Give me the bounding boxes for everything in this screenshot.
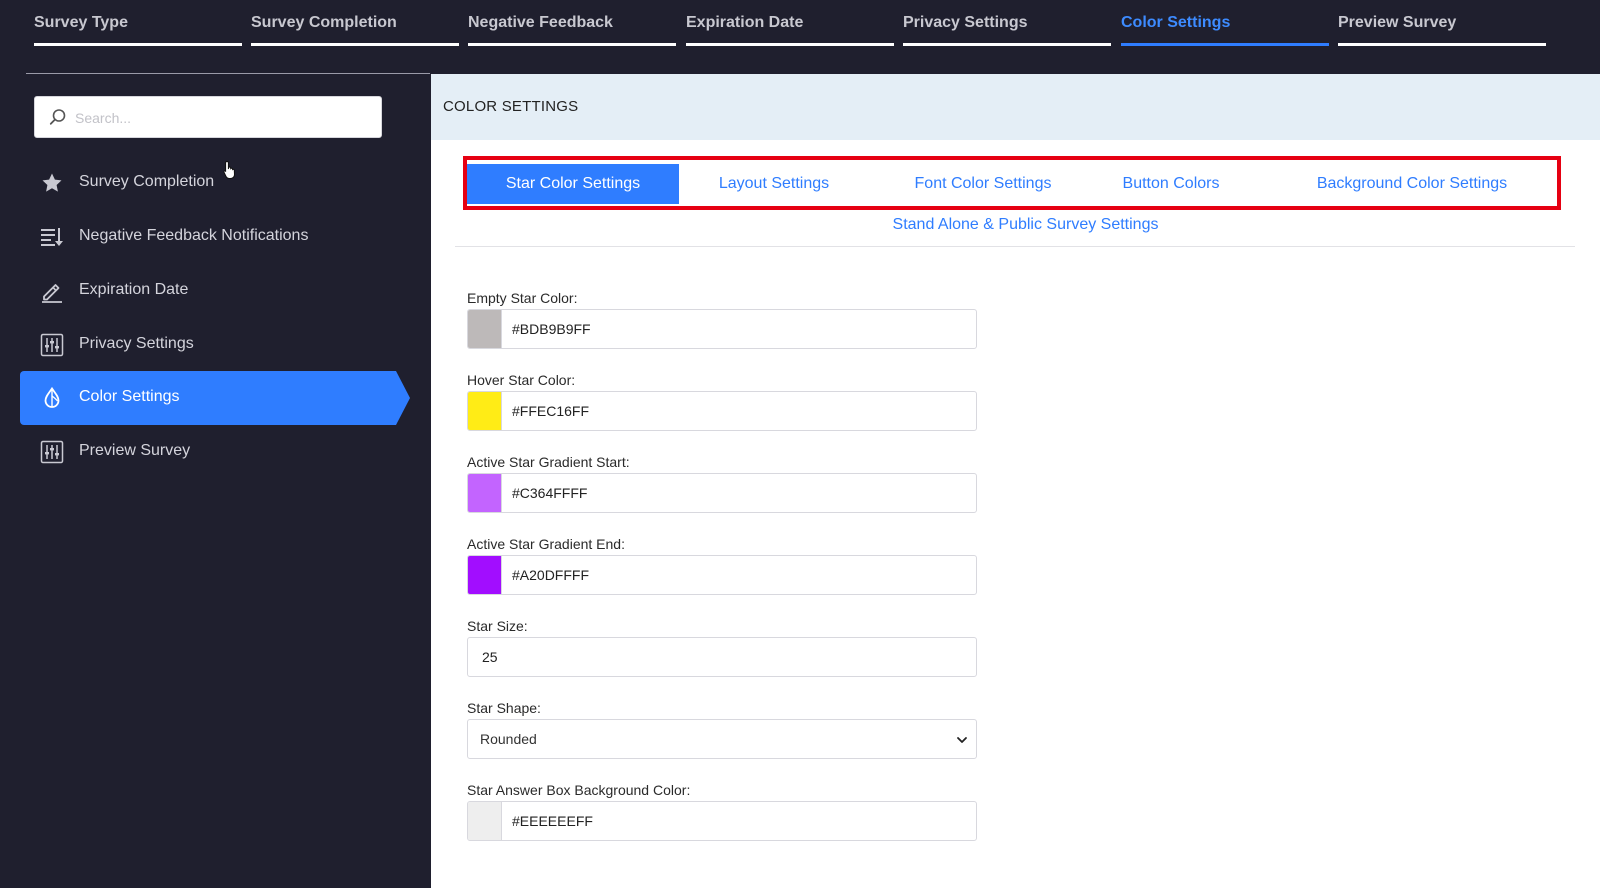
answer-box-bg-color-swatch[interactable] (468, 802, 502, 840)
hover-star-color-field[interactable]: #FFEC16FF (467, 391, 977, 431)
top-tab-negative-feedback[interactable]: Negative Feedback (468, 0, 676, 46)
sidebar-item-label: Color Settings (79, 388, 180, 405)
empty-star-color-swatch[interactable] (468, 310, 502, 348)
sidebar-item-label: Expiration Date (79, 281, 189, 298)
main-panel: COLOR SETTINGS Star Color Settings Layou… (431, 74, 1600, 888)
star-shape-label: Star Shape: (467, 700, 541, 716)
sub-tab-star-color-settings[interactable]: Star Color Settings (467, 164, 679, 204)
top-tab-bar: Survey Type Survey Completion Negative F… (0, 0, 1600, 74)
top-tab-label: Color Settings (1121, 14, 1231, 31)
gradient-start-color-swatch[interactable] (468, 474, 502, 512)
top-tab-label: Survey Completion (251, 14, 397, 31)
gradient-end-label: Active Star Gradient End: (467, 536, 625, 552)
top-tab-privacy-settings[interactable]: Privacy Settings (903, 0, 1111, 46)
hand-cursor-icon (223, 160, 236, 179)
star-size-value: 25 (482, 649, 498, 665)
divider (455, 246, 1575, 247)
sub-tab-label: Star Color Settings (505, 175, 641, 192)
gradient-start-label: Active Star Gradient Start: (467, 454, 630, 470)
search-box[interactable] (34, 96, 382, 138)
sub-tab-label: Stand Alone & Public Survey Settings (892, 216, 1159, 233)
gradient-end-color-value: #A20DFFFF (512, 567, 590, 583)
empty-star-color-field[interactable]: #BDB9B9FF (467, 309, 977, 349)
star-size-label: Star Size: (467, 618, 528, 634)
sub-tab-label: Font Color Settings (914, 175, 1052, 192)
sidebar-item-label: Preview Survey (79, 442, 191, 459)
chevron-down-icon (957, 737, 967, 743)
sub-tab-stand-alone-public-survey-settings[interactable]: Stand Alone & Public Survey Settings (431, 216, 1600, 234)
color-drop-icon (44, 386, 60, 408)
top-tab-survey-completion[interactable]: Survey Completion (251, 0, 459, 46)
main-header: COLOR SETTINGS (431, 74, 1600, 140)
sidebar-item-label: Privacy Settings (79, 335, 194, 352)
gradient-start-color-value: #C364FFFF (512, 485, 588, 501)
sub-tab-font-color-settings[interactable]: Font Color Settings (887, 164, 1079, 204)
sidebar-item-privacy-settings[interactable]: Privacy Settings (20, 318, 396, 372)
answer-box-bg-color-value: #EEEEEEFF (512, 813, 593, 829)
sidebar-item-label: Survey Completion (79, 173, 215, 190)
empty-star-color-label: Empty Star Color: (467, 290, 578, 306)
star-shape-value: Rounded (480, 731, 537, 747)
sidebar-item-expiration-date[interactable]: Expiration Date (20, 264, 396, 318)
sliders-icon (40, 440, 64, 464)
hover-star-color-label: Hover Star Color: (467, 372, 576, 388)
star-shape-select[interactable]: Rounded (467, 719, 977, 759)
sub-tab-button-colors[interactable]: Button Colors (1101, 164, 1241, 204)
sub-tab-label: Layout Settings (718, 175, 830, 192)
sidebar-item-survey-completion[interactable]: Survey Completion (20, 156, 396, 210)
pencil-icon (42, 284, 62, 303)
sub-tab-layout-settings[interactable]: Layout Settings (679, 164, 869, 204)
search-icon (49, 109, 66, 125)
top-tab-label: Privacy Settings (903, 14, 1028, 31)
hover-star-color-value: #FFEC16FF (512, 403, 590, 419)
hover-star-color-swatch[interactable] (468, 392, 502, 430)
app-window: Survey Type Survey Completion Negative F… (0, 0, 1600, 888)
star-icon (42, 173, 62, 192)
top-tab-label: Negative Feedback (468, 14, 613, 31)
top-tab-color-settings[interactable]: Color Settings (1121, 0, 1329, 46)
empty-star-color-value: #BDB9B9FF (512, 321, 591, 337)
top-tab-survey-type[interactable]: Survey Type (34, 0, 242, 46)
top-tab-label: Preview Survey (1338, 14, 1457, 31)
settings-sub-tabs: Star Color Settings Layout Settings Font… (463, 156, 1561, 210)
sub-tab-background-color-settings[interactable]: Background Color Settings (1287, 164, 1537, 204)
top-tab-expiration-date[interactable]: Expiration Date (686, 0, 894, 46)
sliders-icon (40, 333, 64, 357)
page-title: COLOR SETTINGS (443, 98, 579, 115)
sub-tab-label: Background Color Settings (1316, 175, 1508, 192)
top-tab-label: Expiration Date (686, 14, 804, 31)
top-tab-preview-survey[interactable]: Preview Survey (1338, 0, 1546, 46)
sort-list-icon (41, 228, 63, 246)
gradient-end-color-swatch[interactable] (468, 556, 502, 594)
sub-tab-label: Button Colors (1122, 175, 1220, 192)
star-size-input[interactable]: 25 (467, 637, 977, 677)
sidebar-item-preview-survey[interactable]: Preview Survey (20, 425, 396, 479)
sidebar-item-negative-feedback-notifications[interactable]: Negative Feedback Notifications (20, 210, 396, 264)
sidebar-item-color-settings[interactable]: Color Settings (20, 371, 410, 425)
answer-box-bg-label: Star Answer Box Background Color: (467, 782, 691, 798)
sidebar: Survey Completion Negative Feedback Noti… (0, 74, 431, 888)
search-input[interactable] (75, 105, 365, 131)
gradient-end-color-field[interactable]: #A20DFFFF (467, 555, 977, 595)
answer-box-bg-color-field[interactable]: #EEEEEEFF (467, 801, 977, 841)
gradient-start-color-field[interactable]: #C364FFFF (467, 473, 977, 513)
sidebar-item-label: Negative Feedback Notifications (79, 227, 309, 244)
top-tab-label: Survey Type (34, 14, 128, 31)
